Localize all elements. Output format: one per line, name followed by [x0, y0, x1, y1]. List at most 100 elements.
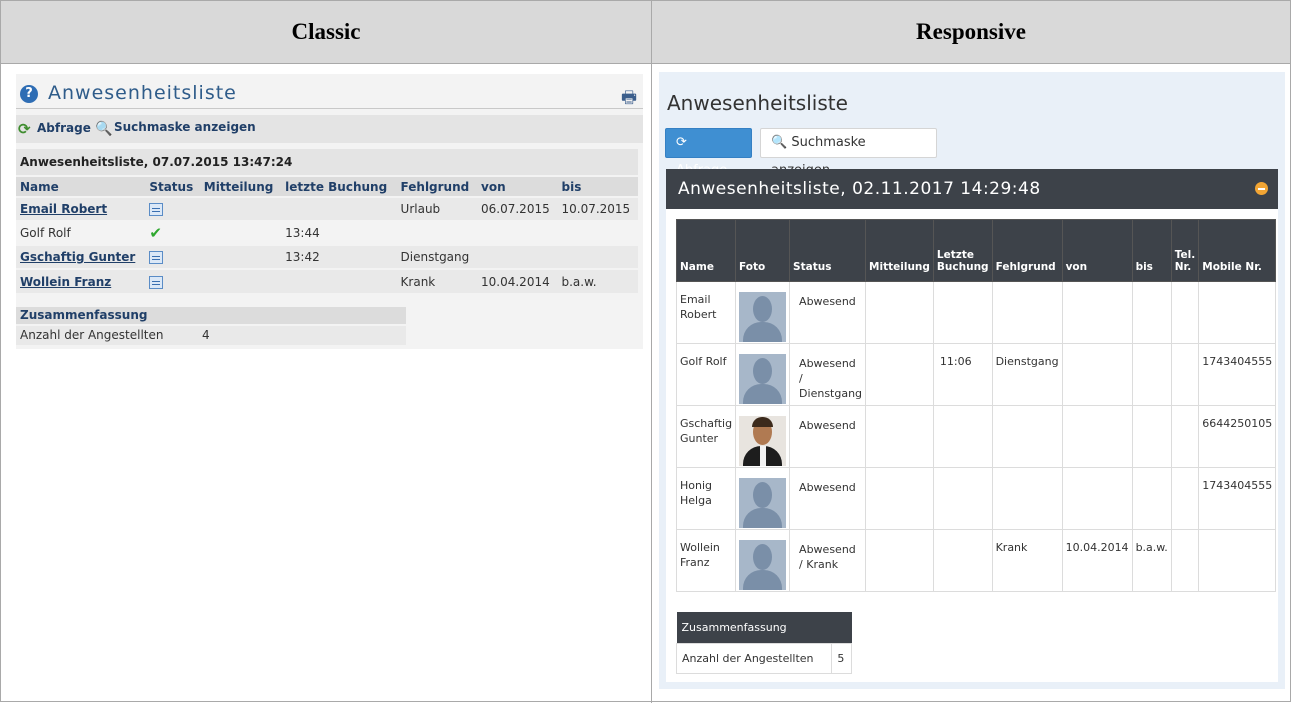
- show-search-button[interactable]: 🔍 Suchmaske anzeigen: [760, 128, 937, 178]
- column-header-from[interactable]: von: [1061, 219, 1133, 282]
- absence-reason-cell: Krank: [991, 529, 1063, 592]
- column-header-status[interactable]: Status: [789, 219, 867, 282]
- column-header-mobile[interactable]: Mobile Nr.: [1198, 219, 1277, 282]
- status-cell: Abwesend: [789, 281, 867, 344]
- employee-name: Honig Helga: [675, 467, 737, 530]
- responsive-panel: Anwesenheitsliste ⟳ Abfrage 🔍 Suchmaske …: [659, 72, 1285, 689]
- from-cell: 10.04.2014: [1061, 529, 1133, 592]
- comparison-table: Classic Responsive ? Anwesenheitsliste 🖶…: [0, 0, 1291, 703]
- responsive-attendance-table: Name Foto Status Mitteilung Letzte Buchun…: [675, 219, 1277, 592]
- absence-reason-cell: Dienstgang: [396, 244, 478, 269]
- table-row: Gschaftig Gunter Abwesend 6644250105: [675, 405, 1277, 468]
- absent-status-icon[interactable]: [149, 251, 164, 264]
- column-header-status[interactable]: Status: [145, 177, 200, 197]
- mobile-cell: [1198, 529, 1277, 592]
- column-header-last-booking[interactable]: Letzte Buchung: [932, 219, 993, 282]
- status-cell: Abwesend / Dienstgang: [789, 343, 867, 406]
- column-header-name[interactable]: Name: [675, 219, 737, 282]
- responsive-column-header: Responsive: [916, 19, 1026, 44]
- absence-reason-cell: [991, 405, 1063, 468]
- phone-cell: [1170, 281, 1200, 344]
- employee-link[interactable]: Wollein Franz: [20, 275, 111, 289]
- column-header-phone[interactable]: Tel. Nr.: [1170, 219, 1200, 282]
- column-header-last-booking[interactable]: letzte Buchung: [281, 177, 397, 197]
- from-cell: 06.07.2015: [477, 196, 558, 221]
- employee-photo-placeholder: [739, 540, 787, 590]
- from-cell: [477, 244, 558, 269]
- last-booking-cell: [932, 529, 993, 592]
- help-icon[interactable]: ?: [20, 85, 38, 103]
- responsive-summary-heading: Zusammenfassung: [676, 612, 852, 643]
- phone-cell: [1170, 467, 1200, 530]
- employee-photo: [739, 416, 787, 466]
- last-booking-cell: [932, 405, 993, 468]
- employee-name: Wollein Franz: [675, 529, 737, 592]
- employee-name: Gschaftig Gunter: [675, 405, 737, 468]
- classic-column-header: Classic: [291, 19, 361, 44]
- table-row: Email Robert Abwesend: [675, 281, 1277, 344]
- query-button[interactable]: ⟳ Abfrage: [18, 120, 91, 138]
- from-cell: [1061, 281, 1133, 344]
- column-header-to[interactable]: bis: [557, 177, 638, 197]
- to-cell: b.a.w.: [557, 268, 638, 293]
- table-row: Golf Rolf Abwesend / Dienstgang 11:06 Die…: [675, 343, 1277, 406]
- message-cell: [199, 244, 282, 269]
- to-cell: [1131, 281, 1172, 344]
- last-booking-cell: [932, 467, 993, 530]
- from-cell: [477, 220, 558, 245]
- print-icon[interactable]: 🖶: [621, 85, 637, 114]
- present-check-icon: ✔: [149, 224, 162, 242]
- classic-summary-heading: Zusammenfassung: [16, 307, 406, 324]
- collapse-icon[interactable]: [1255, 182, 1268, 195]
- comparison-header-row: Classic Responsive: [1, 1, 1290, 64]
- from-cell: 10.04.2014: [477, 268, 558, 293]
- message-cell: [865, 405, 934, 468]
- message-cell: [865, 281, 934, 344]
- table-row: Honig Helga Abwesend 1743404555: [675, 467, 1277, 530]
- column-header-to[interactable]: bis: [1131, 219, 1172, 282]
- status-cell: Abwesend: [789, 467, 867, 530]
- last-booking-cell: [281, 196, 397, 221]
- classic-panel: ? Anwesenheitsliste 🖶 ⟳ Abfrage 🔍 Suchmask…: [16, 74, 643, 349]
- employee-link[interactable]: Email Robert: [20, 202, 107, 216]
- status-cell: Abwesend / Krank: [789, 529, 867, 592]
- from-cell: [1061, 405, 1133, 468]
- last-booking-cell: [932, 281, 993, 344]
- employee-count-value: 5: [831, 642, 852, 674]
- employee-name: Email Robert: [675, 281, 737, 344]
- employee-link[interactable]: Gschaftig Gunter: [20, 250, 135, 264]
- absence-reason-cell: [991, 281, 1063, 344]
- query-button[interactable]: ⟳ Abfrage: [665, 128, 752, 178]
- column-divider: [651, 1, 652, 703]
- employee-name: Golf Rolf: [675, 343, 737, 406]
- column-header-name[interactable]: Name: [16, 177, 146, 197]
- column-header-absence-reason[interactable]: Fehlgrund: [396, 177, 478, 197]
- column-header-photo[interactable]: Foto: [735, 219, 791, 282]
- column-header-message[interactable]: Mitteilung: [865, 219, 934, 282]
- column-header-absence-reason[interactable]: Fehlgrund: [991, 219, 1063, 282]
- message-cell: [865, 467, 934, 530]
- column-header-message[interactable]: Mitteilung: [199, 177, 282, 197]
- table-row: Wollein Franz Abwesend / Krank Krank 10.04…: [675, 529, 1277, 592]
- employee-photo-placeholder: [739, 292, 787, 342]
- last-booking-cell: 13:42: [281, 244, 397, 269]
- employee-photo-placeholder: [739, 354, 787, 404]
- phone-cell: [1170, 529, 1200, 592]
- show-search-button[interactable]: 🔍 Suchmaske anzeigen: [95, 120, 256, 137]
- message-cell: [865, 529, 934, 592]
- absence-reason-cell: [396, 220, 478, 245]
- to-cell: b.a.w.: [1131, 529, 1172, 592]
- classic-toolbar: ⟳ Abfrage 🔍 Suchmaske anzeigen: [16, 115, 643, 143]
- absent-status-icon[interactable]: [149, 275, 164, 289]
- query-label: Abfrage: [37, 121, 91, 135]
- classic-title-bar: ? Anwesenheitsliste 🖶: [16, 82, 643, 109]
- column-header-from[interactable]: von: [477, 177, 558, 197]
- refresh-icon: ⟳: [676, 135, 687, 150]
- magnifier-icon: 🔍: [95, 121, 113, 137]
- to-cell: [1131, 405, 1172, 468]
- classic-summary-row: Anzahl der Angestellten 4: [16, 326, 406, 345]
- show-search-label: Suchmaske anzeigen: [114, 120, 256, 134]
- absent-status-icon[interactable]: [149, 203, 164, 216]
- phone-label-line-1: Tel.: [1174, 249, 1196, 261]
- to-cell: [1131, 343, 1172, 406]
